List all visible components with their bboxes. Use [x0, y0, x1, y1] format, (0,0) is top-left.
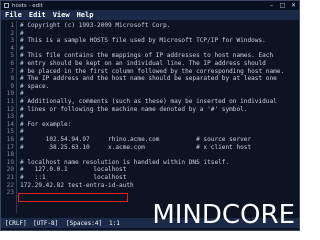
- maximize-button[interactable]: □: [277, 1, 288, 10]
- editor-line[interactable]: 6 # entry should be kept on an individual…: [1, 60, 299, 68]
- line-text: # 102.54.94.97 rhino.acme.com # source s…: [20, 136, 252, 143]
- line-number: 10: [6, 90, 14, 98]
- window-title: hosts - edit: [12, 2, 43, 9]
- editor-line[interactable]: 10 #: [1, 90, 299, 98]
- editor-line[interactable]: 9 # space.: [1, 83, 299, 91]
- editor-line[interactable]: 5 # This file contains the mappings of IP…: [1, 52, 299, 60]
- editor-line[interactable]: 19 # localhost name resolution is handled…: [1, 159, 299, 167]
- line-text: # ::1 localhost: [20, 174, 127, 181]
- line-number: 23: [6, 189, 14, 197]
- menu-view[interactable]: View: [53, 11, 70, 19]
- window-controls: – □ ✕: [266, 1, 299, 10]
- line-number: 16: [6, 136, 14, 143]
- line-number: 2: [10, 29, 14, 37]
- editor-line[interactable]: 21 # ::1 localhost: [1, 174, 299, 182]
- line-number: 8: [10, 75, 14, 83]
- editor-line[interactable]: 11 # Additionally, comments (such as thes…: [1, 98, 299, 106]
- line-text: #: [20, 128, 24, 136]
- line-number: 7: [10, 67, 14, 75]
- line-text: # be placed in the first column followed…: [20, 67, 285, 75]
- line-text: #: [20, 90, 24, 98]
- line-text: # Copyright (c) 1993-2009 Microsoft Corp…: [20, 22, 171, 29]
- line-text: # entry should be kept on an individual …: [20, 60, 266, 67]
- minimize-button[interactable]: –: [266, 1, 277, 10]
- line-text: # For example:: [20, 120, 72, 128]
- editor-line[interactable]: 18: [1, 151, 299, 159]
- line-number: 21: [6, 174, 14, 181]
- line-text: # 38.25.63.10 x.acme.com # x client host: [20, 143, 252, 151]
- editor-window: hosts - edit – □ ✕ File Edit View Help 1…: [0, 0, 300, 231]
- line-number: 13: [6, 113, 14, 121]
- title-bar: hosts - edit – □ ✕: [1, 1, 299, 10]
- line-number: 15: [6, 128, 14, 136]
- menu-file[interactable]: File: [5, 11, 22, 19]
- line-text: #: [20, 44, 24, 52]
- menu-edit[interactable]: Edit: [29, 11, 46, 19]
- line-text: #: [20, 113, 24, 121]
- editor-line[interactable]: 7 # be placed in the first column followe…: [1, 68, 299, 76]
- line-text: # This is a sample HOSTS file used by Mi…: [20, 37, 266, 45]
- editor-line[interactable]: 20 # 127.0.0.1 localhost: [1, 166, 299, 174]
- line-text: # 127.0.0.1 localhost: [20, 166, 127, 174]
- editor-line[interactable]: 1 # Copyright (c) 1993-2009 Microsoft Cor…: [1, 22, 299, 30]
- line-text: # space.: [20, 82, 50, 90]
- line-number: 3: [10, 37, 14, 45]
- line-number: 6: [10, 60, 14, 67]
- editor-line[interactable]: 14 # For example:: [1, 121, 299, 129]
- editor-line[interactable]: 8 # The IP address and the host name shou…: [1, 75, 299, 83]
- line-number: 20: [6, 166, 14, 174]
- status-cursor-position: 1:1: [109, 220, 120, 227]
- line-text: # This file contains the mappings of IP …: [20, 52, 274, 60]
- line-number: 18: [6, 151, 14, 159]
- line-number: 1: [10, 22, 14, 29]
- editor-line[interactable]: 4 #: [1, 45, 299, 53]
- line-text: # Additionally, comments (such as these)…: [20, 98, 277, 105]
- status-indent[interactable]: [Spaces:4]: [66, 220, 102, 227]
- line-number: 9: [10, 82, 14, 90]
- close-button[interactable]: ✕: [288, 1, 299, 10]
- editor-line[interactable]: 17 # 38.25.63.10 x.acme.com # x client ho…: [1, 144, 299, 152]
- line-number: 4: [10, 44, 14, 52]
- line-number: 22: [6, 181, 14, 189]
- status-eol[interactable]: [CRLF]: [5, 220, 27, 227]
- editor-line[interactable]: 12 # lines or following the machine name …: [1, 106, 299, 114]
- editor-line[interactable]: 16 # 102.54.94.97 rhino.acme.com # source…: [1, 136, 299, 144]
- line-text: 172.29.42.82 test-entra-id-auth: [20, 181, 134, 189]
- menu-help[interactable]: Help: [77, 11, 94, 19]
- line-text: # The IP address and the host name shoul…: [20, 75, 277, 83]
- status-encoding[interactable]: [UTF-8]: [33, 220, 58, 227]
- line-number: 19: [6, 158, 14, 166]
- app-icon: [4, 3, 9, 8]
- editor-line[interactable]: 3 # This is a sample HOSTS file used by M…: [1, 37, 299, 45]
- editor-line[interactable]: 15 #: [1, 128, 299, 136]
- line-number: 5: [10, 52, 14, 60]
- menu-bar: File Edit View Help: [1, 10, 299, 20]
- line-number: 11: [6, 98, 14, 105]
- line-number: 14: [6, 120, 14, 128]
- line-number: 12: [6, 105, 14, 113]
- editor-line[interactable]: 13 #: [1, 113, 299, 121]
- editor-line[interactable]: 22 172.29.42.82 test-entra-id-auth: [1, 182, 299, 190]
- editor-line[interactable]: 23: [1, 189, 299, 197]
- editor-line[interactable]: 2 #: [1, 30, 299, 38]
- line-text: #: [20, 29, 24, 37]
- watermark-text: MINDCORE: [152, 200, 295, 230]
- line-text: # localhost name resolution is handled w…: [20, 158, 230, 166]
- text-editor-area[interactable]: 1 # Copyright (c) 1993-2009 Microsoft Cor…: [1, 21, 299, 213]
- line-number: 17: [6, 143, 14, 151]
- line-text: # lines or following the machine name de…: [20, 105, 248, 113]
